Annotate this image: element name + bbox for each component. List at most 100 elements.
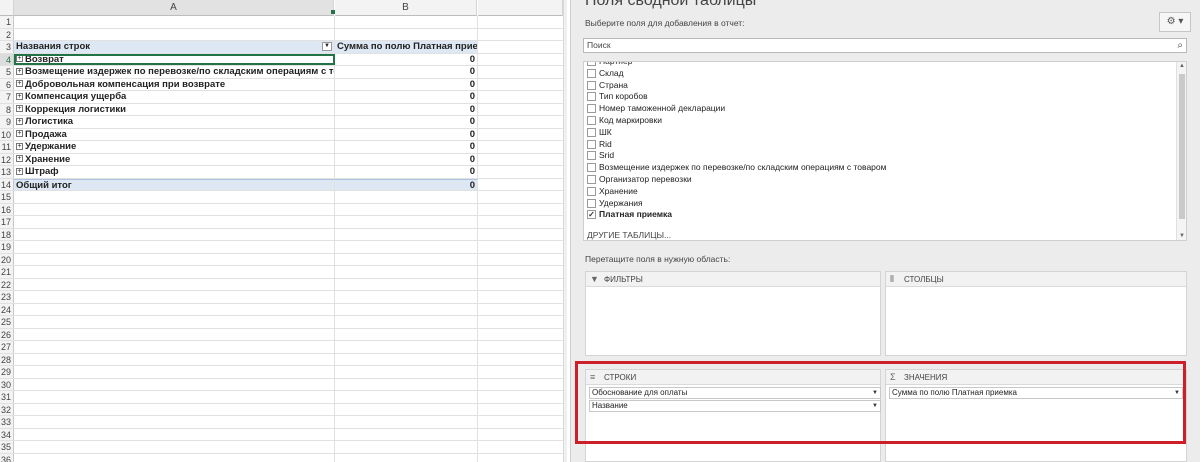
cell-b[interactable] bbox=[335, 416, 478, 428]
cell-b[interactable] bbox=[335, 366, 478, 378]
expand-icon[interactable]: + bbox=[16, 105, 23, 113]
cell-b[interactable]: 0 bbox=[335, 78, 478, 90]
checkbox[interactable] bbox=[587, 198, 596, 208]
row-number[interactable]: 7 bbox=[0, 91, 14, 103]
checkbox[interactable] bbox=[587, 80, 596, 90]
search-input[interactable]: Поиск ⌕ bbox=[583, 38, 1187, 53]
expand-icon[interactable]: + bbox=[16, 167, 23, 175]
cell-a[interactable] bbox=[14, 291, 335, 303]
row-number[interactable]: 29 bbox=[0, 366, 14, 378]
cell-a[interactable] bbox=[14, 378, 335, 390]
cell-a[interactable] bbox=[14, 341, 335, 353]
field-item[interactable]: Хранение bbox=[584, 186, 1186, 198]
cell-b[interactable]: 0 bbox=[335, 128, 478, 140]
cell-a[interactable] bbox=[14, 228, 335, 240]
row-number[interactable]: 6 bbox=[0, 78, 14, 90]
expand-icon[interactable]: + bbox=[16, 92, 23, 100]
expand-icon[interactable]: + bbox=[16, 67, 23, 75]
row-number[interactable]: 28 bbox=[0, 353, 14, 365]
checkbox[interactable] bbox=[587, 115, 596, 125]
row-number[interactable]: 1 bbox=[0, 16, 14, 28]
cell-a[interactable] bbox=[14, 316, 335, 328]
field-item[interactable]: Тип коробов bbox=[584, 91, 1186, 103]
expand-icon[interactable]: + bbox=[16, 80, 23, 88]
cell-b[interactable]: 0 bbox=[335, 141, 478, 153]
vertical-scrollbar[interactable] bbox=[563, 0, 567, 462]
field-item[interactable]: ✓ Платная приемка bbox=[584, 209, 1186, 221]
cell-b[interactable]: 0 bbox=[335, 178, 478, 190]
filters-area[interactable]: ▼ ФИЛЬТРЫ bbox=[585, 271, 881, 356]
cell-b[interactable] bbox=[335, 278, 478, 290]
cell-a[interactable]: Названия строк ▼ bbox=[14, 41, 335, 53]
row-number[interactable]: 33 bbox=[0, 416, 14, 428]
cell-b[interactable] bbox=[335, 203, 478, 215]
cell-a[interactable] bbox=[14, 391, 335, 403]
cell-a[interactable]: + Добровольная компенсация при возврате bbox=[14, 78, 335, 90]
cell-b[interactable] bbox=[335, 328, 478, 340]
dropdown-arrow-icon[interactable]: ▼ bbox=[1174, 388, 1180, 398]
row-number[interactable]: 23 bbox=[0, 291, 14, 303]
cell-a[interactable]: + Возврат bbox=[14, 53, 335, 65]
cell-b[interactable] bbox=[335, 391, 478, 403]
row-number[interactable]: 32 bbox=[0, 403, 14, 415]
cell-b[interactable] bbox=[335, 403, 478, 415]
cell-a[interactable] bbox=[14, 303, 335, 315]
row-number[interactable]: 36 bbox=[0, 453, 14, 462]
row-number[interactable]: 9 bbox=[0, 116, 14, 128]
cell-a[interactable]: + Штраф bbox=[14, 166, 335, 178]
row-number[interactable]: 26 bbox=[0, 328, 14, 340]
other-tables-link[interactable]: ДРУГИЕ ТАБЛИЦЫ... bbox=[587, 230, 671, 240]
cell-a[interactable]: + Удержание bbox=[14, 141, 335, 153]
expand-icon[interactable]: + bbox=[16, 155, 23, 163]
cell-b[interactable] bbox=[335, 303, 478, 315]
row-number[interactable]: 2 bbox=[0, 28, 14, 40]
cell-a[interactable] bbox=[14, 453, 335, 462]
settings-button[interactable]: ⚙ ▾ bbox=[1159, 12, 1191, 32]
column-header-b[interactable]: B bbox=[335, 0, 477, 16]
row-number[interactable]: 5 bbox=[0, 66, 14, 78]
cell-b[interactable] bbox=[335, 28, 478, 40]
checkbox[interactable]: ✓ bbox=[587, 210, 596, 220]
row-number[interactable]: 14 bbox=[0, 178, 14, 190]
cell-b[interactable]: 0 bbox=[335, 103, 478, 115]
checkbox[interactable] bbox=[587, 92, 596, 102]
columns-area[interactable]: ⦀ СТОЛБЦЫ bbox=[885, 271, 1187, 356]
cell-b[interactable] bbox=[335, 266, 478, 278]
cell-b[interactable] bbox=[335, 241, 478, 253]
row-number[interactable]: 21 bbox=[0, 266, 14, 278]
row-number[interactable]: 24 bbox=[0, 303, 14, 315]
cell-a[interactable]: + Возмещение издержек по перевозке/по скл… bbox=[14, 66, 335, 78]
cell-a[interactable]: + Продажа bbox=[14, 128, 335, 140]
row-number[interactable]: 20 bbox=[0, 253, 14, 265]
cell-b[interactable] bbox=[335, 191, 478, 203]
row-number[interactable]: 8 bbox=[0, 103, 14, 115]
cell-a[interactable] bbox=[14, 278, 335, 290]
cell-b[interactable] bbox=[335, 228, 478, 240]
cell-b[interactable] bbox=[335, 441, 478, 453]
checkbox[interactable] bbox=[587, 163, 596, 173]
row-number[interactable]: 25 bbox=[0, 316, 14, 328]
fill-handle[interactable] bbox=[331, 10, 335, 14]
cell-a[interactable] bbox=[14, 428, 335, 440]
expand-icon[interactable]: + bbox=[16, 142, 23, 150]
row-number[interactable]: 31 bbox=[0, 391, 14, 403]
expand-icon[interactable]: + bbox=[16, 55, 23, 63]
dropdown-arrow-icon[interactable]: ▼ bbox=[872, 401, 878, 411]
cell-b[interactable]: 0 bbox=[335, 116, 478, 128]
cell-b[interactable]: 0 bbox=[335, 166, 478, 178]
row-number[interactable]: 16 bbox=[0, 203, 14, 215]
row-number[interactable]: 15 bbox=[0, 191, 14, 203]
cell-b[interactable] bbox=[335, 378, 478, 390]
cell-a[interactable] bbox=[14, 191, 335, 203]
cell-a[interactable] bbox=[14, 241, 335, 253]
field-item[interactable]: Партнер bbox=[584, 62, 1186, 68]
checkbox[interactable] bbox=[587, 174, 596, 184]
cell-a[interactable] bbox=[14, 416, 335, 428]
cell-a[interactable]: Общий итог bbox=[14, 178, 335, 190]
cell-b[interactable] bbox=[335, 291, 478, 303]
expand-icon[interactable]: + bbox=[16, 117, 23, 125]
cell-b[interactable]: 0 bbox=[335, 91, 478, 103]
values-area[interactable]: Σ ЗНАЧЕНИЯ Сумма по полю Платная приемка… bbox=[885, 369, 1187, 462]
checkbox[interactable] bbox=[587, 139, 596, 149]
values-field-chip[interactable]: Сумма по полю Платная приемка ▼ bbox=[889, 387, 1183, 399]
